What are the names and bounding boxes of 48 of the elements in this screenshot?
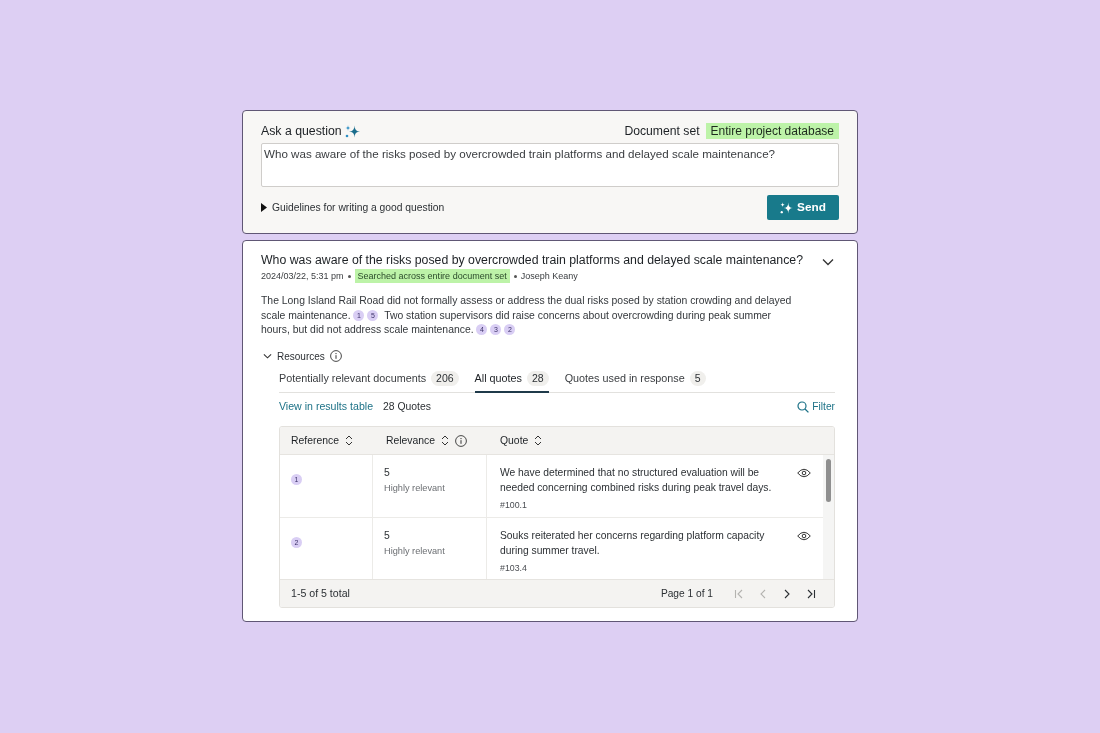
chevron-down-icon <box>822 258 834 267</box>
send-button[interactable]: Send <box>767 195 839 221</box>
question-field[interactable]: Who was aware of the risks posed by overcrowded train platforms and delayed scale maintenance? <box>261 143 839 188</box>
column-header[interactable]: Relevance <box>386 432 436 449</box>
tab-count: 28 <box>527 370 549 386</box>
relevance-score: 5 <box>384 529 391 543</box>
dot-icon <box>347 274 351 278</box>
results-summary: 1-5 of 5 total <box>291 585 350 601</box>
eye-icon[interactable] <box>797 531 811 542</box>
panel-title: Ask a question <box>261 123 342 140</box>
document-set-tag[interactable]: Entire project database <box>705 123 839 140</box>
scrollbar-thumb[interactable] <box>826 459 831 503</box>
author-name: Joseph Keany <box>520 270 578 284</box>
tab-count: 5 <box>689 370 706 386</box>
tab-count: 206 <box>431 370 459 386</box>
chevron-icon <box>782 588 792 599</box>
scrollbar[interactable] <box>823 455 834 580</box>
timestamp: 2024/03/22, 5:31 pm <box>261 270 344 284</box>
chevron-bar-icon <box>806 588 816 599</box>
scope-tag: Searched across entire document set <box>354 269 510 284</box>
page-indicator: Page 1 of 1 <box>660 586 713 601</box>
chevron-bar-icon <box>734 588 744 599</box>
quote-count: 28 Quotes <box>383 400 431 415</box>
tab[interactable]: Quotes used in response 5 <box>564 367 706 394</box>
quote-id: #100.1 <box>500 499 528 512</box>
relevance-score: 5 <box>384 466 391 480</box>
results-table-link[interactable]: View in results table <box>279 399 374 416</box>
info-icon <box>329 350 342 363</box>
chevron-icon <box>758 588 768 599</box>
filter-button[interactable]: Filter <box>797 399 835 415</box>
sparkle-icon <box>344 124 360 138</box>
relevance-label: Highly relevant <box>384 482 446 495</box>
column-header[interactable]: Reference <box>291 432 339 449</box>
quote-text: We have determined that no structured evaluation will be needed concerning combined risks during peak travel days. <box>500 466 773 496</box>
quote-text: Souks reiterated her concerns regarding platform capacity during summer travel. <box>500 529 766 559</box>
column-header[interactable]: Quote <box>500 432 529 449</box>
document-set-label: Document set <box>624 123 700 140</box>
guidelines-toggle[interactable]: Guidelines for writing a good question <box>261 200 445 216</box>
eye-icon[interactable] <box>797 468 811 479</box>
relevance-label: Highly relevant <box>384 545 446 558</box>
tab[interactable]: Potentially relevant documents 206 <box>279 367 459 394</box>
answer-question: Who was aware of the risks posed by overcrowded train platforms and delayed scale maintenance? <box>261 252 804 269</box>
search-icon <box>797 401 810 414</box>
quote-id: #103.4 <box>500 562 528 575</box>
dot-icon <box>513 274 517 278</box>
tab[interactable]: All quotes 28 <box>474 367 549 394</box>
sparkle-icon <box>780 201 794 214</box>
resources-toggle[interactable]: Resources <box>261 348 325 364</box>
